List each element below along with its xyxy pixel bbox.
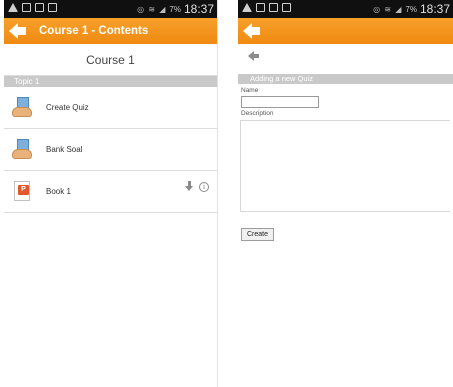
app-bar xyxy=(238,18,453,44)
course-contents-screen: ◎ ≋ ◢ 7% 18:37 Course 1 - Contents Cours… xyxy=(4,0,218,387)
quiz-module-icon xyxy=(12,138,34,161)
name-label: Name xyxy=(241,87,259,94)
clock: 18:37 xyxy=(419,2,450,16)
module-bank-soal[interactable]: Bank Soal xyxy=(4,129,217,171)
info-icon[interactable]: i xyxy=(199,181,209,192)
name-field[interactable] xyxy=(241,96,319,108)
module-label: Bank Soal xyxy=(46,145,83,154)
warning-icon xyxy=(242,3,252,12)
module-label: Book 1 xyxy=(46,187,71,196)
screen-icon xyxy=(269,3,278,12)
module-label: Create Quiz xyxy=(46,103,89,112)
course-name: Course 1 xyxy=(4,44,217,76)
page-title: Course 1 - Contents xyxy=(39,25,149,37)
description-label: Description xyxy=(241,110,274,117)
create-button[interactable]: Create xyxy=(241,228,274,241)
download-icon[interactable] xyxy=(185,181,194,192)
screen-icon xyxy=(35,3,44,12)
battery-level: 7% xyxy=(169,4,181,14)
back-arrow-icon[interactable] xyxy=(9,18,31,44)
message-icon xyxy=(48,3,57,12)
warning-icon xyxy=(8,3,18,12)
notification-icons xyxy=(242,3,291,12)
app-bar: Course 1 - Contents xyxy=(4,18,217,44)
secondary-back-icon[interactable] xyxy=(238,44,453,70)
message-icon xyxy=(282,3,291,12)
description-field[interactable] xyxy=(240,120,450,212)
notification-icons xyxy=(8,3,57,12)
module-create-quiz[interactable]: Create Quiz xyxy=(4,87,217,129)
status-bar: ◎ ≋ ◢ 7% 18:37 xyxy=(4,0,217,18)
signal-icon: ◎ ≋ ◢ xyxy=(373,4,403,14)
signal-icon: ◎ ≋ ◢ xyxy=(137,4,167,14)
add-quiz-screen: ◎ ≋ ◢ 7% 18:37 Adding a new Quiz Name De… xyxy=(238,0,453,387)
image-icon xyxy=(256,3,265,12)
clock: 18:37 xyxy=(183,2,214,16)
topic-header: Topic 1 xyxy=(4,76,217,87)
battery-level: 7% xyxy=(405,4,417,14)
section-title: Adding a new Quiz xyxy=(238,74,453,84)
image-icon xyxy=(22,3,31,12)
module-book-1[interactable]: P Book 1 i xyxy=(4,171,217,213)
book-ppt-icon: P xyxy=(12,180,34,203)
status-bar: ◎ ≋ ◢ 7% 18:37 xyxy=(238,0,453,18)
back-arrow-icon[interactable] xyxy=(243,18,265,44)
quiz-module-icon xyxy=(12,96,34,119)
